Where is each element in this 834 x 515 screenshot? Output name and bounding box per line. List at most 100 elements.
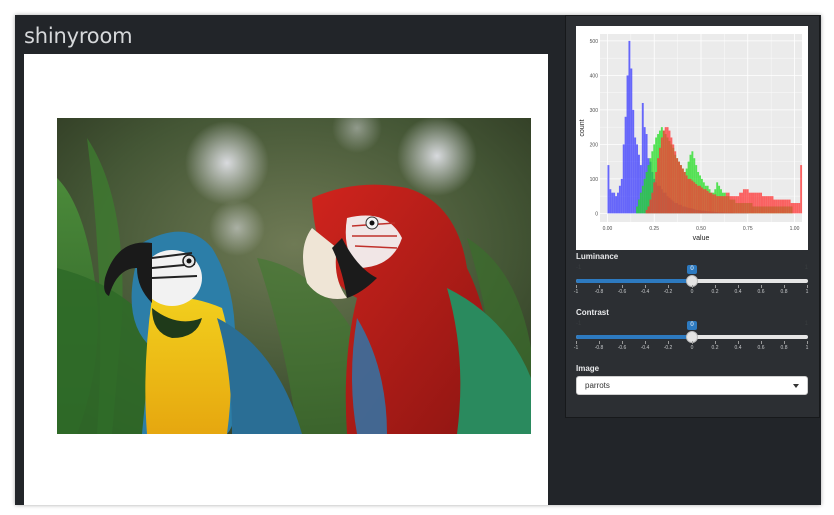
slider-tick-label: 1	[805, 345, 809, 351]
slider-tick	[807, 285, 808, 288]
y-tick-label: 500	[590, 39, 599, 45]
slider-tick-label: 0.2	[711, 289, 719, 295]
slider-tick	[784, 285, 785, 288]
histogram-bar	[702, 189, 705, 214]
slider-tick	[622, 285, 623, 288]
histogram-bar	[798, 203, 801, 214]
histogram-bar	[630, 68, 633, 214]
histogram-bar	[691, 180, 694, 214]
histogram-bar	[741, 192, 743, 214]
app-title: shinyroom	[24, 24, 133, 48]
histogram-bar	[678, 161, 680, 214]
histogram-bar	[746, 189, 749, 214]
sidebar-panel: 0.00 0.25 0.50 0.75 1.00 0 100 200 300 400 500 valu…	[565, 15, 820, 418]
histogram-bar	[737, 196, 740, 214]
histogram-bar	[622, 144, 625, 214]
histogram-bar	[712, 194, 715, 214]
histogram-bar	[788, 199, 791, 214]
histogram-bar	[653, 182, 656, 214]
histogram-bar	[771, 196, 774, 214]
histogram-bar	[687, 178, 690, 214]
slider-tick-label: 0.4	[734, 289, 742, 295]
histogram-bar	[800, 165, 803, 214]
histogram-bar	[639, 192, 642, 214]
luminance-slider[interactable]: -1 1 0 -1 -0.8 -0.6 -0.4 -0.2 0 0.2 0.4 0.6 0.8 1	[573, 265, 808, 295]
slider-tick-label: -0.4	[640, 289, 650, 295]
histogram-bar	[636, 144, 639, 214]
histogram-bar	[782, 199, 785, 214]
contrast-slider[interactable]: -1 1 0 -1 -0.8 -0.6 -0.4 -0.2 0 0.2 0.4 0.6 0.8 1	[573, 321, 809, 351]
histogram-bar	[624, 116, 627, 214]
histogram-bar	[733, 196, 736, 214]
histogram-bar	[647, 206, 650, 214]
luminance-fill	[576, 279, 692, 283]
slider-tick-label: -0.4	[640, 345, 650, 351]
slider-tick	[576, 341, 577, 344]
slider-tick	[761, 341, 762, 344]
histogram-bar	[626, 75, 629, 214]
slider-tick	[599, 341, 600, 344]
histogram-bar	[672, 144, 675, 214]
slider-tick-label: -1	[573, 289, 579, 295]
histogram-bar	[617, 192, 619, 214]
slider-tick	[784, 341, 785, 344]
slider-tick-label: -0.6	[617, 289, 627, 295]
image-label: Image	[576, 364, 600, 373]
parrots-image	[57, 118, 531, 434]
histogram-bar	[729, 196, 732, 214]
histogram-bar	[681, 168, 684, 214]
slider-tick-label: -0.8	[594, 345, 604, 351]
slider-tick	[668, 285, 669, 288]
histogram-bar	[645, 171, 648, 214]
histogram-bar	[676, 158, 679, 214]
histogram-bar	[662, 130, 665, 214]
histogram-bar	[651, 192, 654, 214]
y-tick-label: 400	[590, 73, 599, 79]
slider-tick	[715, 341, 716, 344]
slider-tick	[622, 341, 623, 344]
histogram-bar	[695, 184, 698, 214]
histogram-bar	[748, 192, 751, 214]
histogram-bar	[699, 185, 701, 214]
slider-tick	[715, 285, 716, 288]
x-tick-label: 1.00	[790, 226, 800, 232]
y-axis-label: count	[579, 119, 586, 136]
slider-tick-label: 0.8	[780, 289, 788, 295]
histogram-bar	[714, 194, 717, 214]
histogram-bar	[689, 178, 692, 214]
histogram-bar	[668, 130, 671, 214]
histogram-bar	[706, 190, 709, 214]
histogram-bar	[723, 196, 726, 214]
histogram-bar	[697, 185, 700, 214]
chevron-down-icon	[793, 384, 799, 388]
histogram-bar	[773, 199, 776, 214]
slider-tick-label: -0.6	[617, 345, 627, 351]
histogram-bar	[615, 196, 618, 214]
histogram-bar	[767, 196, 770, 214]
histogram-bar	[742, 189, 745, 214]
histogram-bar	[727, 192, 730, 214]
histogram-bar	[781, 199, 783, 214]
image-select-value: parrots	[585, 381, 610, 390]
histogram-bar	[704, 189, 707, 214]
histogram-bar	[754, 192, 757, 214]
histogram-bar	[739, 192, 742, 214]
histogram-bar	[790, 203, 793, 214]
histogram-bar	[655, 171, 658, 214]
histogram-bar	[735, 196, 738, 214]
x-tick-label: 0.25	[649, 226, 659, 232]
contrast-max: 1	[804, 321, 808, 327]
slider-tick-label: 0	[690, 289, 694, 295]
histogram-bar	[685, 175, 688, 214]
histogram-chart: 0.00 0.25 0.50 0.75 1.00 0 100 200 300 400 500 valu…	[576, 26, 808, 250]
histogram-bar	[628, 40, 631, 214]
histogram-bar	[725, 192, 728, 214]
histogram-bar	[679, 165, 682, 214]
slider-tick-label: -1	[573, 345, 579, 351]
histogram-bar	[792, 203, 795, 214]
image-select[interactable]: parrots	[576, 376, 808, 395]
histogram-svg: 0.00 0.25 0.50 0.75 1.00 0 100 200 300 400 500 valu…	[579, 34, 803, 242]
contrast-ticks: -1 -0.8 -0.6 -0.4 -0.2 0 0.2 0.4 0.6 0.8 1	[573, 341, 809, 351]
histogram-bar	[620, 178, 623, 214]
histogram-bar	[613, 192, 616, 214]
